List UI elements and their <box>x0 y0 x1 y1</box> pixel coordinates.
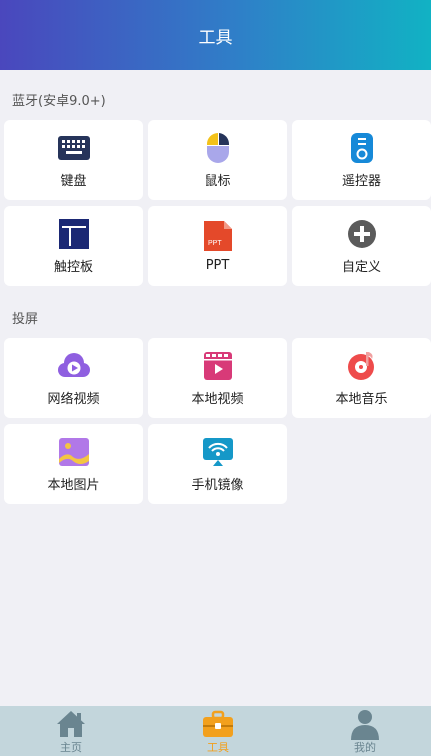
page-title: 工具 <box>198 27 233 48</box>
mirror-icon <box>202 436 234 468</box>
tool-label: 本地图片 <box>47 477 100 493</box>
tool-label: 网络视频 <box>47 391 100 407</box>
ppt-icon-text: PPT <box>208 240 222 247</box>
tool-keyboard-button[interactable]: 键盘 <box>4 120 143 200</box>
mouse-icon <box>202 132 234 164</box>
add-circle-icon <box>346 218 378 250</box>
tool-local-music-button[interactable]: 本地音乐 <box>292 338 431 418</box>
tab-tools[interactable]: 工具 <box>168 706 268 756</box>
tool-remote-button[interactable]: 遥控器 <box>292 120 431 200</box>
tab-label: 工具 <box>207 741 229 754</box>
tool-label: 触控板 <box>53 259 93 275</box>
music-disc-icon <box>346 350 378 382</box>
tab-home[interactable]: 主页 <box>21 706 121 756</box>
tool-touchpad-button[interactable]: 触控板 <box>4 206 143 286</box>
cloud-video-icon <box>57 350 90 382</box>
tool-local-image-button[interactable]: 本地图片 <box>4 424 143 504</box>
person-icon <box>351 710 379 740</box>
tab-profile[interactable]: 我的 <box>315 706 415 756</box>
tool-label: 自定义 <box>341 259 381 275</box>
tool-local-video-button[interactable]: 本地视频 <box>148 338 287 418</box>
tool-label: 鼠标 <box>204 173 231 189</box>
section-title-bluetooth: 蓝牙(安卓9.0+) <box>12 94 106 109</box>
bottom-tab-bar: 主页 工具 我的 <box>0 706 431 756</box>
home-icon <box>57 711 85 737</box>
tool-label: 手机镜像 <box>191 477 244 493</box>
image-icon <box>58 436 90 468</box>
tool-custom-button[interactable]: 自定义 <box>292 206 431 286</box>
film-icon <box>202 350 234 382</box>
tool-ppt-button[interactable]: PPT PPT <box>148 206 287 286</box>
tab-label: 主页 <box>60 741 82 754</box>
toolbox-icon <box>203 710 233 737</box>
tab-label: 我的 <box>354 741 376 754</box>
tool-label: 键盘 <box>60 173 87 189</box>
app-header: 工具 <box>0 0 431 70</box>
touchpad-icon <box>58 218 90 250</box>
tool-label: 本地视频 <box>191 391 244 407</box>
tool-label: PPT <box>205 257 230 273</box>
tool-online-video-button[interactable]: 网络视频 <box>4 338 143 418</box>
tool-label: 本地音乐 <box>335 391 388 407</box>
ppt-icon: PPT <box>202 220 234 252</box>
tool-mouse-button[interactable]: 鼠标 <box>148 120 287 200</box>
remote-icon <box>346 132 378 164</box>
tool-screen-mirror-button[interactable]: 手机镜像 <box>148 424 287 504</box>
keyboard-icon <box>57 132 90 164</box>
tool-label: 遥控器 <box>341 173 381 189</box>
section-title-cast: 投屏 <box>12 312 39 327</box>
